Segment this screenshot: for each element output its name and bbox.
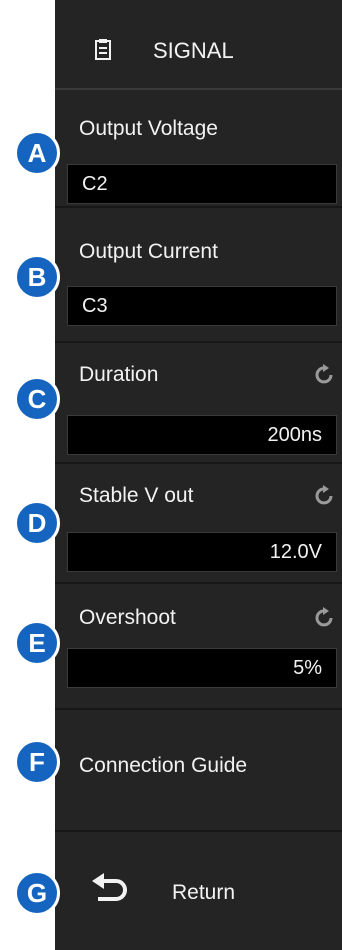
stable-vout-label: Stable V out xyxy=(79,484,194,507)
duration-item[interactable]: Duration 200ns xyxy=(55,343,342,464)
callout-badge-b: B xyxy=(14,254,60,300)
menu-header: SIGNAL xyxy=(55,0,342,90)
duration-field[interactable]: 200ns xyxy=(67,415,337,455)
output-current-item[interactable]: Output Current C3 xyxy=(55,208,342,343)
output-current-field[interactable]: C3 xyxy=(67,286,337,326)
return-label: Return xyxy=(172,881,236,904)
stable-vout-item[interactable]: Stable V out 12.0V xyxy=(55,464,342,584)
output-voltage-item[interactable]: Output Voltage C2 xyxy=(55,92,342,208)
callout-badge-a: A xyxy=(14,130,60,176)
signal-menu-panel: SIGNAL Output Voltage C2 Output Current … xyxy=(55,0,342,950)
output-voltage-label: Output Voltage xyxy=(79,117,218,140)
overshoot-field[interactable]: 5% xyxy=(67,648,337,688)
connection-guide-label: Connection Guide xyxy=(79,754,248,777)
menu-title: SIGNAL xyxy=(153,38,234,63)
return-arrow-icon xyxy=(90,871,130,910)
connection-guide-item[interactable]: Connection Guide xyxy=(55,710,342,832)
overshoot-item[interactable]: Overshoot 5% xyxy=(55,584,342,710)
output-current-label: Output Current xyxy=(79,240,218,263)
callout-badge-e: E xyxy=(14,620,60,666)
clipboard-icon xyxy=(95,38,111,65)
reset-icon[interactable] xyxy=(312,363,336,392)
reset-icon[interactable] xyxy=(312,484,336,513)
callout-badge-c: C xyxy=(14,376,60,422)
reset-icon[interactable] xyxy=(312,606,336,635)
overshoot-label: Overshoot xyxy=(79,606,176,629)
callout-badge-g: G xyxy=(14,870,60,916)
duration-label: Duration xyxy=(79,363,159,386)
output-voltage-field[interactable]: C2 xyxy=(67,164,337,204)
stable-vout-field[interactable]: 12.0V xyxy=(67,532,337,572)
callout-badge-d: D xyxy=(14,500,60,546)
callout-badge-f: F xyxy=(14,739,60,785)
